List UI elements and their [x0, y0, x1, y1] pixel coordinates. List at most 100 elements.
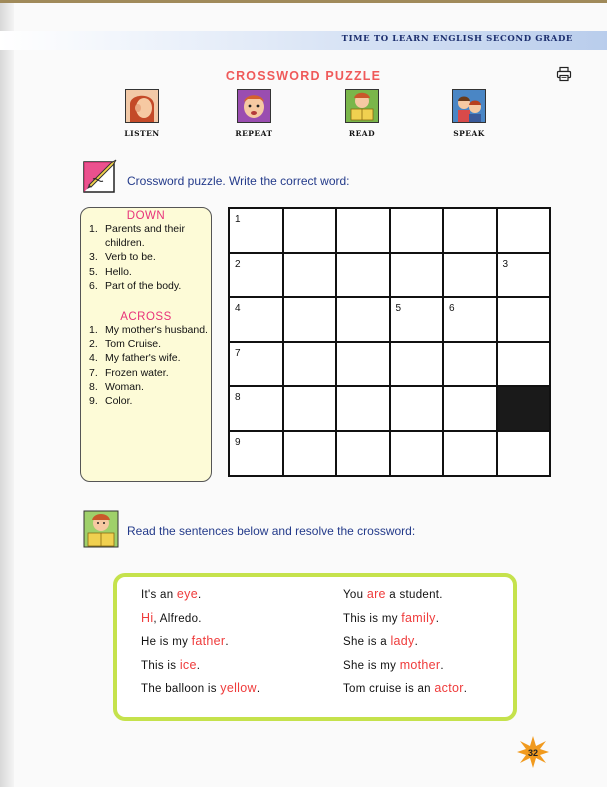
skill-speak: SPEAK	[434, 89, 504, 138]
sentence-text: She is my	[343, 659, 400, 672]
crossword-cell[interactable]	[497, 342, 551, 388]
reading-boy-icon	[83, 510, 119, 548]
sentence-text: .	[440, 659, 444, 672]
highlighted-word: family	[401, 610, 436, 625]
crossword-cell[interactable]	[444, 432, 498, 477]
cell-number: 1	[235, 214, 241, 225]
crossword-cell[interactable]: 8	[230, 387, 284, 432]
listen-icon	[125, 89, 159, 123]
crossword-cell[interactable]	[337, 253, 391, 299]
section1-instruction: Crossword puzzle. Write the correct word…	[127, 174, 350, 188]
crossword-cell[interactable]	[444, 387, 498, 432]
crossword-cell[interactable]	[337, 298, 391, 343]
highlighted-word: mother	[399, 657, 441, 672]
sentence-text: .	[435, 612, 440, 625]
sentence: This is ice.	[141, 658, 200, 672]
pencil-writing-icon	[83, 159, 117, 193]
cell-number: 3	[502, 258, 509, 270]
crossword-cell[interactable]	[337, 387, 391, 432]
sentence-text: .	[463, 683, 468, 695]
crossword-cell[interactable]: 1	[230, 209, 284, 254]
sentence-text: You	[343, 589, 367, 601]
cell-number: 2	[235, 258, 241, 270]
crossword-cell[interactable]	[444, 209, 498, 254]
crossword-cell[interactable]	[283, 432, 337, 477]
highlighted-word: eye	[176, 587, 198, 601]
skill-listen: LISTEN	[107, 89, 177, 138]
crossword-cell[interactable]	[390, 209, 444, 254]
clue-item: 1. Parents and their children.	[89, 223, 185, 250]
sentence-text: This is	[141, 659, 180, 672]
sentence-text: Tom cruise is an	[343, 683, 435, 695]
cell-number: 6	[449, 303, 455, 315]
sentence-text: .	[196, 659, 201, 672]
sentence-text: She is a	[343, 636, 391, 648]
crossword-cell[interactable]	[337, 432, 391, 477]
crossword-cell[interactable]: 9	[230, 432, 284, 477]
crossword-cell[interactable]	[337, 342, 391, 388]
sentence-text: .	[256, 683, 261, 695]
crossword-cell[interactable]: 7	[230, 342, 284, 388]
sentence: Hi, Alfredo.	[141, 611, 202, 625]
crossword-cell[interactable]: 5	[390, 298, 444, 343]
page-number-badge: 32	[517, 736, 549, 768]
crossword-cell[interactable]	[390, 432, 444, 477]
cell-number: 7	[235, 347, 241, 359]
crossword-cell[interactable]: 3	[497, 253, 551, 299]
highlighted-word: yellow	[220, 681, 257, 695]
sentence: She is my mother.	[343, 658, 444, 672]
crossword-cell[interactable]	[497, 209, 551, 254]
skill-label: REPEAT	[235, 129, 273, 138]
printer-icon[interactable]	[556, 66, 572, 82]
crossword-cell[interactable]	[283, 387, 337, 432]
clue-item: 7. Frozen water.	[89, 366, 169, 379]
clue-item: 9. Color.	[89, 395, 133, 408]
crossword-cell[interactable]	[497, 298, 551, 343]
cell-number: 5	[395, 303, 402, 315]
across-heading: ACROSS	[120, 311, 172, 324]
sentence: The balloon is yellow.	[141, 681, 260, 695]
crossword-cell[interactable]	[444, 253, 498, 299]
crossword-cell[interactable]	[283, 209, 337, 254]
crossword-cell[interactable]: 6	[444, 298, 498, 343]
clues-panel: DOWN 1. Parents and their children. 3. Ver…	[80, 207, 212, 482]
sentence-text: It's an	[141, 589, 177, 601]
crossword-cell[interactable]: 2	[230, 253, 284, 299]
sentence: You are a student.	[343, 587, 443, 601]
clue-item: 6. Part of the body.	[89, 279, 182, 292]
clue-item: 8. Woman.	[89, 380, 144, 393]
highlighted-word: actor	[434, 681, 464, 695]
skill-label: READ	[348, 129, 376, 138]
crossword-cell[interactable]	[283, 298, 337, 343]
clue-item: 4. My father's wife.	[89, 352, 181, 365]
page-edge-shadow	[0, 0, 14, 787]
page-title: CROSSWORD PUZZLE	[225, 69, 382, 83]
across-clue-list: 1. My mother's husband. 2. Tom Cruise. 4. M…	[81, 323, 211, 408]
sentence-text: .	[414, 636, 419, 648]
highlighted-word: father	[191, 634, 226, 648]
clue-item: 5. Hello.	[89, 265, 132, 278]
sentence: It's an eye.	[141, 587, 201, 601]
banner-title: TIME TO LEARN ENGLISH SECOND GRADE	[341, 34, 573, 44]
sentence: He is my father.	[141, 634, 229, 648]
crossword-cell[interactable]	[337, 209, 391, 254]
sentence-text: He is my	[141, 636, 192, 648]
clue-item: 3. Verb to be.	[89, 251, 156, 264]
down-clue-list: 1. Parents and their children. 3. Verb to …	[81, 222, 211, 293]
crossword-cell[interactable]	[390, 253, 444, 299]
clue-item: 1. My mother's husband.	[89, 324, 208, 337]
crossword-cell[interactable]	[497, 432, 551, 477]
read-icon	[345, 89, 379, 123]
clue-item: 2. Tom Cruise.	[89, 338, 162, 351]
repeat-icon	[237, 89, 271, 123]
crossword-cell[interactable]: 4	[230, 298, 284, 343]
cell-number: 9	[235, 437, 241, 448]
crossword-cell[interactable]	[444, 342, 498, 388]
sentence: Tom cruise is an actor.	[343, 681, 467, 695]
highlighted-word: lady	[390, 634, 415, 648]
crossword-cell[interactable]	[390, 387, 444, 432]
crossword-cell[interactable]	[390, 342, 444, 388]
highlighted-word: Hi	[141, 610, 154, 625]
crossword-cell[interactable]	[283, 342, 337, 388]
crossword-cell[interactable]	[283, 253, 337, 299]
